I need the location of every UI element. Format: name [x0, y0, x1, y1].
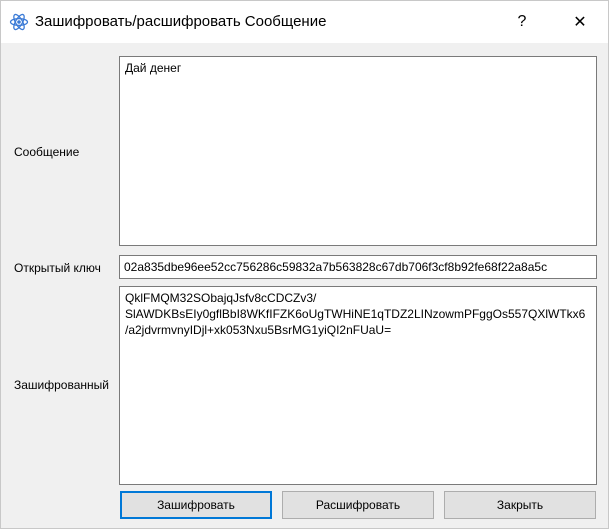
message-label: Сообщение — [14, 145, 80, 159]
close-icon: ✕ — [573, 14, 587, 31]
public-key-label: Открытый ключ — [14, 261, 101, 275]
help-icon: ? — [517, 13, 527, 30]
encrypted-label: Зашифрованный — [14, 378, 109, 392]
app-logo-icon — [9, 13, 29, 31]
encrypted-textarea[interactable]: QklFMQM32SObajqJsfv8cCDCZv3/ SlAWDKBsEIy… — [119, 286, 597, 485]
decrypt-button[interactable]: Расшифровать — [282, 491, 434, 519]
help-button[interactable]: ? — [499, 1, 545, 43]
close-button[interactable]: Закрыть — [444, 491, 596, 519]
dialog-window: Зашифровать/расшифровать Сообщение ? ✕ С… — [0, 0, 609, 529]
message-textarea[interactable]: Дай денег — [119, 56, 597, 246]
public-key-input[interactable]: 02a835dbe96ee52cc756286c59832a7b563828c6… — [119, 255, 597, 279]
window-title: Зашифровать/расшифровать Сообщение — [35, 13, 327, 30]
encrypt-button[interactable]: Зашифровать — [120, 491, 272, 519]
window-close-button[interactable]: ✕ — [557, 1, 603, 43]
title-bar[interactable]: Зашифровать/расшифровать Сообщение ? ✕ — [1, 1, 608, 43]
